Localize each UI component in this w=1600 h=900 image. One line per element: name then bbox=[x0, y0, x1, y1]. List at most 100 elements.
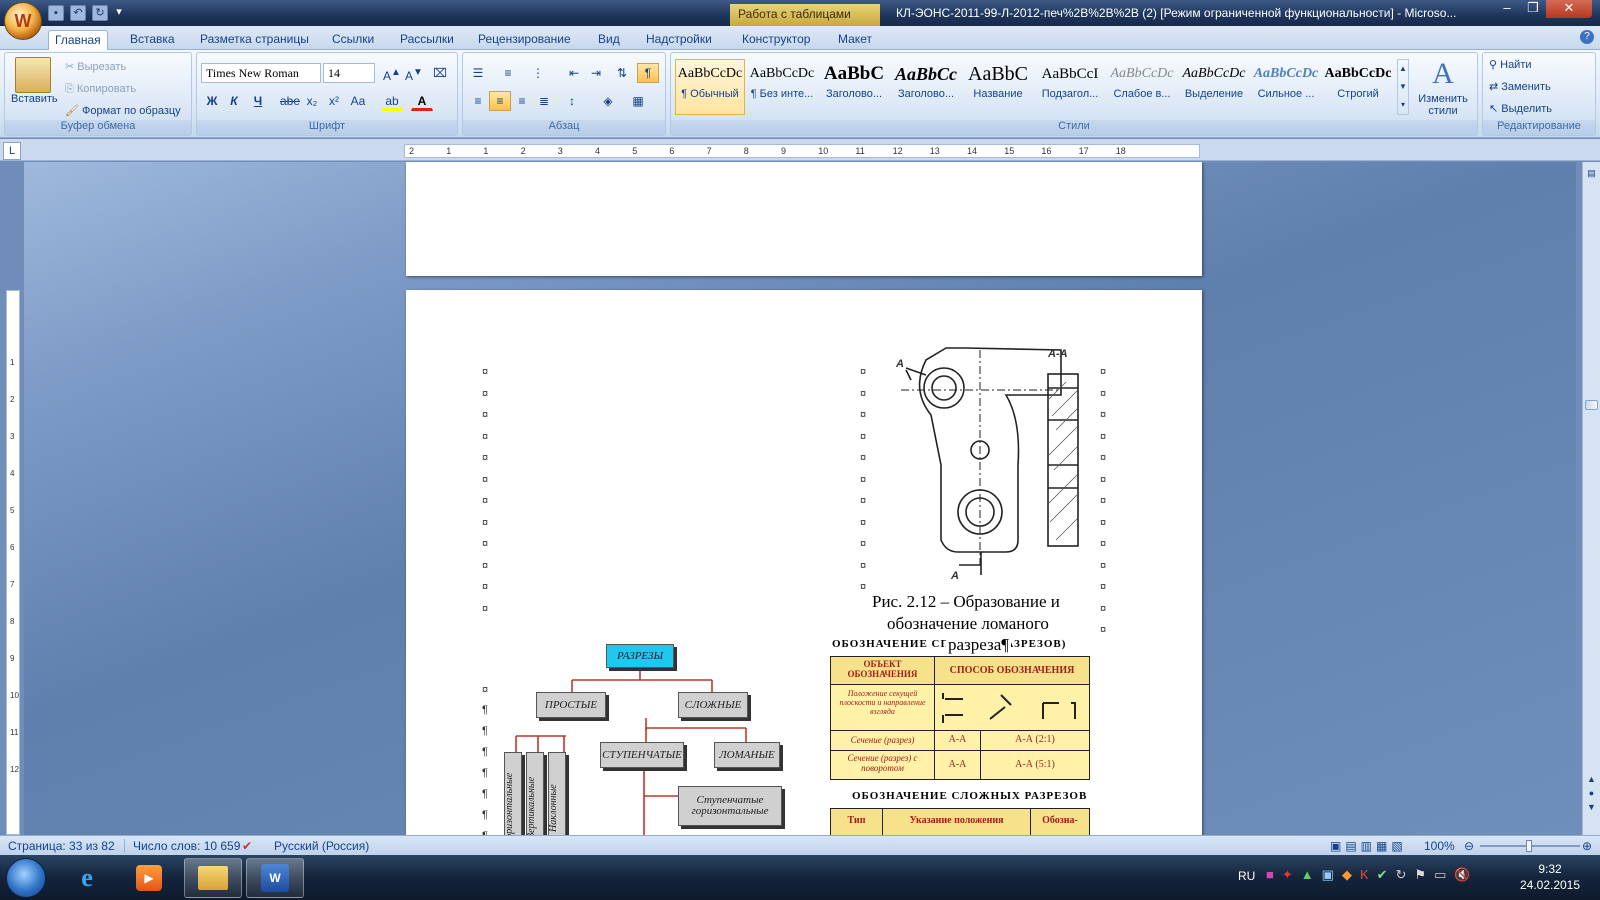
ruler-tick-label: 2 bbox=[409, 146, 415, 156]
page-current[interactable]: ¤ ¤ ¤ ¤ ¤ ¤ ¤ ¤ ¤ ¤ ¤ ¤ ¤ ¤ ¤ ¤ ¤ ¤ ¤ ¤ ¤ ¤ ¤ ¤ ¤ ¤ ¤ ¤ ¤ ¤ ¤ ¤ ¤ ¤ ¤ ¤ ¶… bbox=[406, 290, 1202, 835]
style-subtitle[interactable]: AaBbCcI Подзагол... bbox=[1035, 59, 1105, 115]
tab-review[interactable]: Рецензирование bbox=[472, 30, 577, 50]
table1-row3-a: А-А bbox=[935, 751, 981, 779]
font-size-combo[interactable]: 14 bbox=[323, 63, 375, 83]
context-tab-table-tools: Работа с таблицами bbox=[730, 4, 880, 26]
vertical-ruler[interactable]: 1 2 3 4 5 6 7 8 9 10 11 12 bbox=[6, 290, 20, 835]
grow-font-icon[interactable]: A▲ bbox=[381, 63, 403, 83]
page-count[interactable]: Страница: 33 из 82 bbox=[8, 839, 115, 853]
select-button[interactable]: ↖ Выделить bbox=[1489, 99, 1552, 119]
tab-references[interactable]: Ссылки bbox=[326, 30, 380, 50]
tray-icons[interactable]: ■ ✦ ▲ ▣ ◆ K ✔ ↻ ⚑ ▭ 🔇 bbox=[1266, 867, 1471, 883]
style-emphasis[interactable]: AaBbCcDc Выделение bbox=[1179, 59, 1249, 115]
horizontal-ruler[interactable]: 2 1 1 2 3 4 5 6 7 8 9 10 11 12 13 14 15 16 17 18 bbox=[404, 144, 1200, 158]
copy-button[interactable]: ⎘ Копировать bbox=[65, 79, 136, 99]
style-no-spacing[interactable]: AaBbCcDc ¶ Без инте... bbox=[747, 59, 817, 115]
font-color-icon[interactable]: A bbox=[411, 91, 433, 111]
find-button[interactable]: ⚲ Найти bbox=[1489, 55, 1532, 75]
tab-mailings[interactable]: Рассылки bbox=[394, 30, 460, 50]
input-language[interactable]: RU bbox=[1238, 869, 1255, 883]
multilevel-list-icon[interactable]: ⋮ bbox=[527, 63, 549, 83]
font-name-combo[interactable]: Times New Roman bbox=[201, 63, 321, 83]
style-normal[interactable]: AaBbCcDc ¶ Обычный bbox=[675, 59, 745, 115]
style-strong[interactable]: AaBbCcDc Строгий bbox=[1323, 59, 1393, 115]
tab-page-layout[interactable]: Разметка страницы bbox=[194, 30, 315, 50]
word-taskbar-icon[interactable]: W bbox=[246, 858, 304, 898]
zoom-out-icon[interactable]: ⊖ bbox=[1464, 839, 1474, 853]
shading-icon[interactable]: ◈ bbox=[597, 91, 619, 111]
decrease-indent-icon[interactable]: ⇤ bbox=[563, 63, 585, 83]
tab-home[interactable]: Главная bbox=[48, 30, 108, 51]
styles-scroll[interactable]: ▲ ▼ ▾ bbox=[1397, 59, 1409, 115]
media-player-icon[interactable]: ▶ bbox=[120, 858, 178, 898]
tab-addins[interactable]: Надстройки bbox=[640, 30, 718, 50]
help-icon[interactable]: ? bbox=[1580, 30, 1594, 44]
bold-button[interactable]: Ж bbox=[201, 91, 223, 111]
internet-explorer-icon[interactable]: e bbox=[58, 858, 116, 898]
subscript-button[interactable]: x₂ bbox=[301, 91, 323, 111]
office-button[interactable]: W bbox=[4, 2, 42, 40]
change-styles-button[interactable]: Изменить стили bbox=[1411, 93, 1475, 117]
style-intense-emphasis[interactable]: AaBbCcDc Сильное ... bbox=[1251, 59, 1321, 115]
borders-icon[interactable]: ▦ bbox=[627, 91, 649, 111]
proofing-icon[interactable]: ✔ bbox=[242, 839, 252, 853]
show-marks-icon[interactable]: ¶ bbox=[637, 63, 659, 83]
align-left-icon[interactable]: ≡ bbox=[467, 91, 489, 111]
browse-nav-icons[interactable]: ▲ ● ▼ bbox=[1585, 772, 1598, 814]
style-title[interactable]: AaBbC Название bbox=[963, 59, 1033, 115]
zoom-slider-thumb[interactable] bbox=[1526, 840, 1532, 852]
clock[interactable]: 9:32 24.02.2015 bbox=[1510, 861, 1590, 893]
view-buttons[interactable]: ▣▤▥▦▧ bbox=[1330, 839, 1407, 853]
numbering-icon[interactable]: ≡ bbox=[497, 63, 519, 83]
paste-button[interactable]: Вставить bbox=[11, 93, 58, 105]
maximize-button[interactable]: ❐ bbox=[1520, 0, 1546, 18]
underline-button[interactable]: Ч bbox=[247, 91, 269, 111]
word-count[interactable]: Число слов: 10 659 bbox=[124, 839, 240, 853]
style-heading-2[interactable]: AaBbCc Заголово... bbox=[891, 59, 961, 115]
line-spacing-icon[interactable]: ↕ bbox=[561, 91, 583, 111]
style-heading-1[interactable]: AaBbC Заголово... bbox=[819, 59, 889, 115]
increase-indent-icon[interactable]: ⇥ bbox=[585, 63, 607, 83]
tab-design[interactable]: Конструктор bbox=[736, 30, 816, 50]
align-right-icon[interactable]: ≡ bbox=[511, 91, 533, 111]
zoom-in-icon[interactable]: ⊕ bbox=[1582, 839, 1592, 853]
bullets-icon[interactable]: ☰ bbox=[467, 63, 489, 83]
minimize-button[interactable]: – bbox=[1494, 0, 1520, 18]
cut-button[interactable]: ✂ Вырезать bbox=[65, 57, 126, 77]
shrink-font-icon[interactable]: A▼ bbox=[403, 63, 425, 83]
superscript-button[interactable]: x² bbox=[323, 91, 345, 111]
strikethrough-button[interactable]: abe bbox=[279, 91, 301, 111]
tab-view[interactable]: Вид bbox=[592, 30, 626, 50]
close-button[interactable]: ✕ bbox=[1546, 0, 1592, 18]
zoom-level[interactable]: 100% bbox=[1424, 839, 1455, 853]
vertical-scrollbar[interactable]: ▤ ▲ ● ▼ bbox=[1582, 162, 1600, 835]
ruler-tick-label: 1 bbox=[446, 146, 452, 156]
ruler-tick-label: 8 bbox=[743, 146, 749, 156]
ruler-toggle-icon[interactable]: ▤ bbox=[1585, 168, 1598, 182]
sort-icon[interactable]: ⇅ bbox=[611, 63, 633, 83]
customize-icon[interactable]: ▾ bbox=[114, 5, 124, 21]
format-painter-button[interactable]: 🖌 Формат по образцу bbox=[65, 101, 181, 121]
replace-button[interactable]: ⇄ Заменить bbox=[1489, 77, 1551, 97]
align-center-icon[interactable]: ≡ bbox=[489, 91, 511, 111]
start-button[interactable] bbox=[6, 858, 46, 898]
tab-layout[interactable]: Макет bbox=[832, 30, 878, 50]
highlight-icon[interactable]: ab bbox=[381, 91, 403, 111]
paste-icon[interactable] bbox=[15, 57, 51, 93]
redo-icon[interactable]: ↻ bbox=[92, 5, 108, 21]
scroll-thumb[interactable] bbox=[1585, 400, 1598, 410]
italic-button[interactable]: К bbox=[223, 91, 245, 111]
undo-icon[interactable]: ↶ bbox=[70, 5, 86, 21]
figure-caption-line3[interactable]: разреза¶ bbox=[946, 635, 1011, 655]
tab-insert[interactable]: Вставка bbox=[124, 30, 181, 50]
save-icon[interactable]: ▪ bbox=[48, 5, 64, 21]
tab-selector[interactable]: L bbox=[3, 142, 21, 160]
style-subtle-emphasis[interactable]: AaBbCcDc Слабое в... bbox=[1107, 59, 1177, 115]
change-styles-icon[interactable]: A bbox=[1423, 57, 1463, 91]
justify-icon[interactable]: ≣ bbox=[533, 91, 555, 111]
clear-format-icon[interactable]: ⌧ bbox=[429, 63, 451, 83]
change-case-button[interactable]: Aa bbox=[347, 91, 369, 111]
language-indicator[interactable]: Русский (Россия) bbox=[274, 839, 369, 853]
explorer-icon[interactable] bbox=[184, 858, 242, 898]
table1-row2-object: Сечение (разрез) bbox=[831, 731, 935, 751]
